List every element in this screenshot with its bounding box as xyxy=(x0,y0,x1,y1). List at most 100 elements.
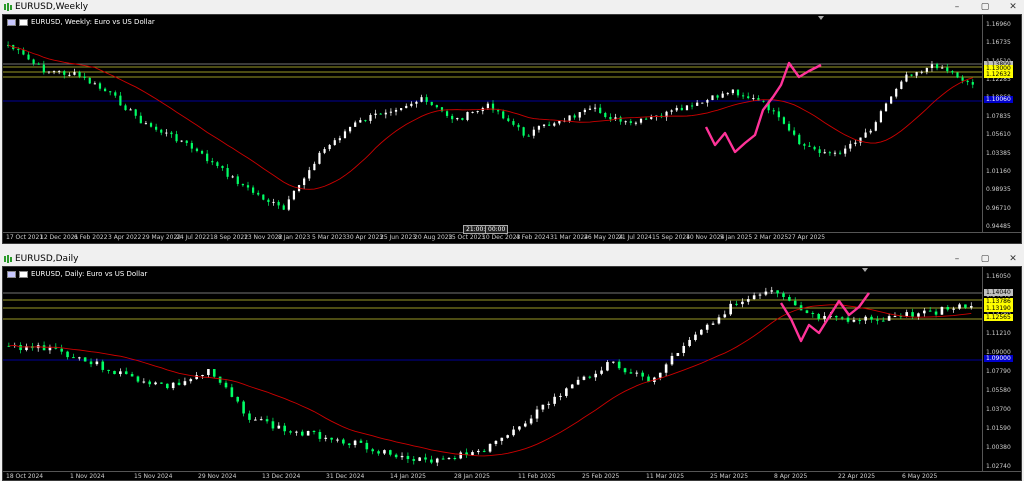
candle-body xyxy=(742,95,745,97)
candle-body xyxy=(103,88,107,92)
candle-body xyxy=(917,313,920,317)
candle-body xyxy=(459,452,463,459)
candle-body xyxy=(160,129,163,133)
candle-body xyxy=(752,295,756,300)
time-tick-label: 6 Feb 2022 xyxy=(74,234,108,241)
candle-body xyxy=(424,457,427,460)
candle-body xyxy=(833,152,837,154)
maximize-icon[interactable]: ▢ xyxy=(978,0,992,14)
price-tick-label: 1.16960 xyxy=(986,21,1011,28)
daily-time-scale[interactable]: 18 Oct 2024 1 Nov 2024 15 Nov 2024 29 Nov 2… xyxy=(3,471,1021,480)
weekly-candles[interactable] xyxy=(3,15,983,233)
candle-body xyxy=(844,148,847,154)
minimize-icon[interactable]: – xyxy=(950,0,964,14)
candle-body xyxy=(578,112,581,118)
candle-body xyxy=(241,183,244,186)
candle-body xyxy=(226,168,229,177)
shift-marker-icon xyxy=(862,268,868,272)
price-tick-label: 1.07790 xyxy=(986,368,1011,375)
price-tick-label: 0.96710 xyxy=(986,204,1011,212)
candle-body xyxy=(246,185,250,188)
candle-body xyxy=(966,80,969,83)
candle-body xyxy=(629,121,632,123)
candle-body xyxy=(308,170,311,179)
time-tick-label: 1 Nov 2024 xyxy=(70,473,105,480)
candle-body xyxy=(600,370,603,374)
candle-body xyxy=(818,149,821,153)
candle-body xyxy=(798,134,801,145)
candle-body xyxy=(940,307,944,315)
price-tick-label: 1.07835 xyxy=(986,112,1011,120)
candle-body xyxy=(870,316,873,320)
candle-body xyxy=(113,370,116,375)
weekly-price-scale[interactable]: 1.169601.167351.145101.122851.100601.078… xyxy=(982,15,1021,233)
candle-body xyxy=(32,59,35,64)
candle-body xyxy=(271,421,275,429)
candle-body xyxy=(527,135,530,137)
candle-body xyxy=(813,146,816,150)
daily-candles[interactable] xyxy=(3,267,983,473)
candle-body xyxy=(969,306,973,308)
daily-chart[interactable]: EURUSD, Daily: Euro vs US Dollar 1.16050… xyxy=(2,266,1022,481)
candle-body xyxy=(705,324,709,330)
candle-body xyxy=(776,290,779,294)
price-tick-label: 0.98935 xyxy=(986,186,1011,194)
candle-body xyxy=(124,105,127,111)
candle-body xyxy=(359,120,362,123)
symbol-icon xyxy=(7,270,16,278)
candle-body xyxy=(195,148,199,152)
candle-body xyxy=(265,419,269,422)
candle-body xyxy=(236,176,239,184)
candle-body xyxy=(292,190,296,200)
candle-body xyxy=(911,312,914,317)
candle-body xyxy=(808,145,811,147)
candle-body xyxy=(958,304,961,309)
chart-app-icon xyxy=(4,255,12,263)
candle-body xyxy=(324,437,328,439)
candle-body xyxy=(682,345,686,353)
candle-body xyxy=(701,102,704,104)
candle-body xyxy=(389,450,392,455)
candle-body xyxy=(148,381,152,385)
candle-body xyxy=(107,369,110,371)
candle-body xyxy=(52,71,56,73)
candle-body xyxy=(189,379,193,382)
candle-body xyxy=(190,143,193,149)
maximize-icon[interactable]: ▢ xyxy=(978,252,992,266)
candle-body xyxy=(477,450,480,453)
candle-body xyxy=(342,439,345,444)
daily-price-scale[interactable]: 1.160501.140401.137801.112101.090001.077… xyxy=(982,267,1021,473)
candle-body xyxy=(338,138,341,141)
candle-body xyxy=(365,442,369,450)
time-tick-label: 11 Feb 2025 xyxy=(518,473,556,480)
time-tick-label: 17 Oct 2021 xyxy=(6,234,44,241)
candle-body xyxy=(570,384,574,389)
weekly-time-scale[interactable]: 17 Oct 2021 12 Dec 2021 6 Feb 2022 3 Apr 20… xyxy=(3,232,1021,243)
daily-titlebar[interactable]: EURUSD,Daily – ▢ ✕ xyxy=(0,252,1024,266)
candle-body xyxy=(461,118,464,120)
candle-body xyxy=(119,95,122,106)
candle-body xyxy=(486,103,489,108)
candle-body xyxy=(573,115,576,118)
price-tick-label: 1.02740 xyxy=(986,463,1011,470)
close-icon[interactable]: ✕ xyxy=(1006,252,1020,266)
candle-body xyxy=(207,369,210,376)
minimize-icon[interactable]: – xyxy=(950,252,964,266)
candle-body xyxy=(405,105,408,109)
candle-body xyxy=(430,459,433,463)
candle-body xyxy=(420,97,423,102)
weekly-chart[interactable]: EURUSD, Weekly: Euro vs US Dollar 1.1696… xyxy=(2,14,1022,244)
time-tick-label: 18 Sep 2022 xyxy=(210,234,249,241)
candle-body xyxy=(582,376,586,380)
candle-body xyxy=(887,316,891,321)
candle-body xyxy=(300,431,304,436)
crosshair-time-readout: 00:00 xyxy=(485,225,509,234)
candle-body xyxy=(180,140,183,142)
candle-body xyxy=(364,120,367,122)
weekly-titlebar[interactable]: EURUSD,Weekly – ▢ ✕ xyxy=(0,0,1024,14)
candle-body xyxy=(155,126,158,130)
close-icon[interactable]: ✕ xyxy=(1006,0,1020,14)
candle-body xyxy=(73,72,76,75)
candle-body xyxy=(68,74,71,76)
candle-body xyxy=(98,83,102,89)
